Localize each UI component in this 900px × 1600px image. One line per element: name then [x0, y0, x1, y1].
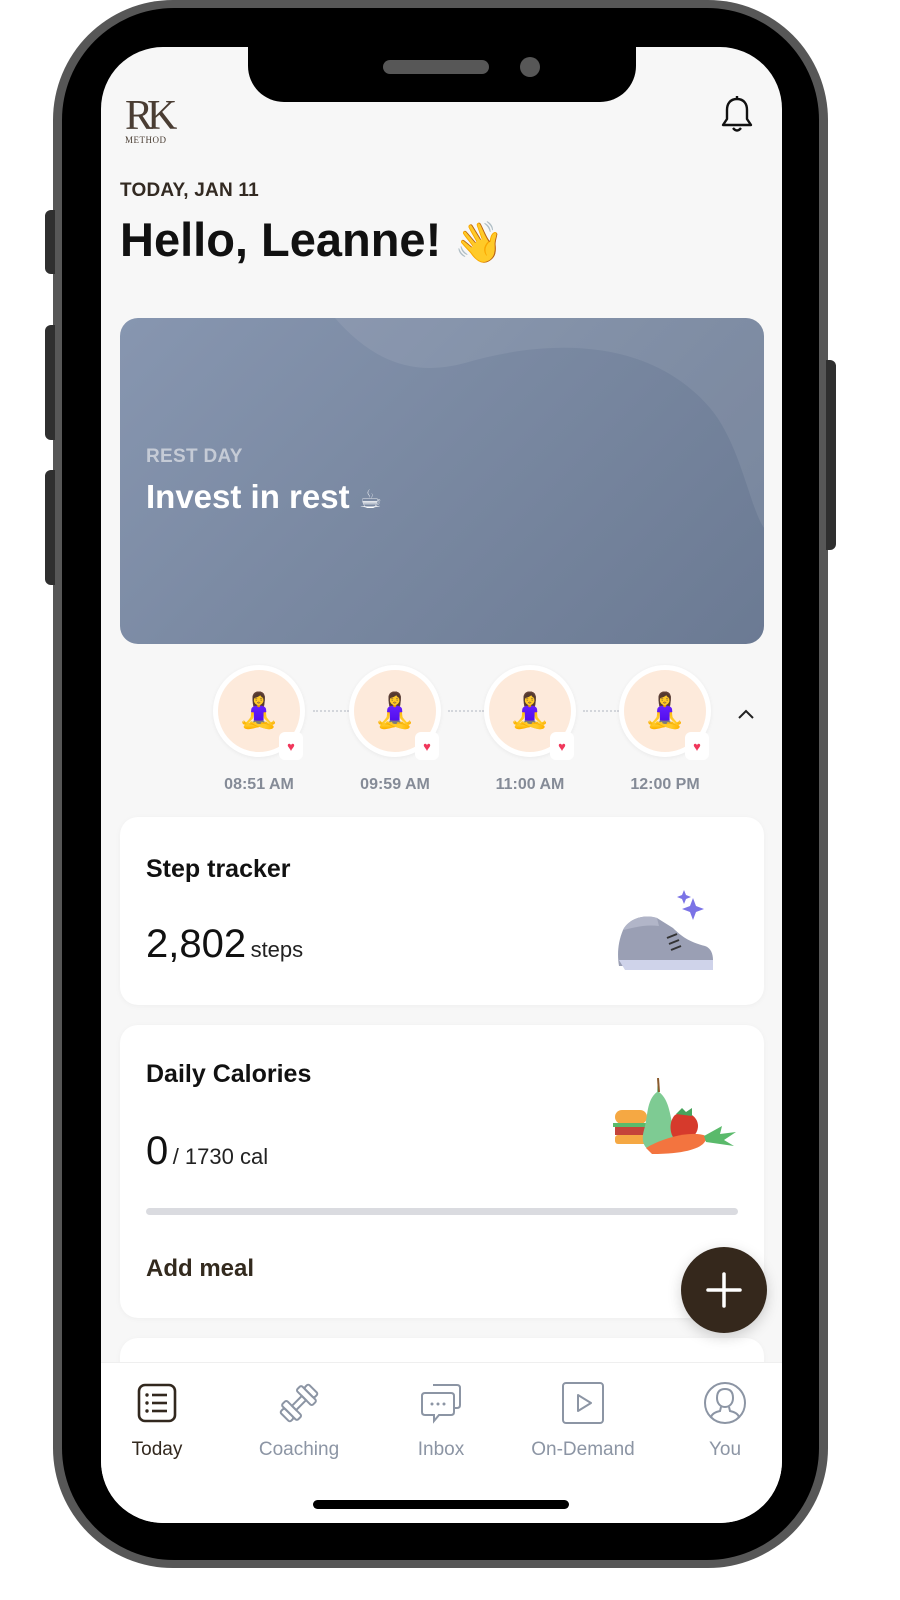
notifications-button[interactable]: [719, 95, 755, 135]
rest-day-card[interactable]: REST DAY Invest in rest ☕: [120, 318, 764, 644]
timeline-connector: [448, 710, 484, 712]
timeline-item[interactable]: 🧘‍♀️ ♥ 08:51 AM: [213, 662, 305, 802]
waving-hand-icon: 👋: [454, 221, 505, 265]
tab-label: Inbox: [417, 1439, 465, 1460]
chat-icon: [421, 1384, 461, 1424]
calorie-consumed: 0: [146, 1129, 169, 1173]
camera: [520, 57, 540, 77]
timeline-time: 08:51 AM: [224, 776, 294, 793]
tab-coaching[interactable]: Coaching: [234, 1381, 364, 1471]
daily-calories-card[interactable]: Daily Calories 0 / 1730 cal Add meal: [120, 1025, 764, 1318]
power-button: [826, 360, 836, 550]
timeline-item[interactable]: 🧘‍♀️ ♥ 11:00 AM: [484, 662, 576, 802]
tab-today[interactable]: Today: [101, 1381, 222, 1471]
chevron-up-icon: [738, 709, 754, 719]
sneaker-icon: [618, 890, 713, 970]
heart-icon: ♥: [685, 732, 709, 760]
step-count: 2,802 steps: [146, 922, 303, 967]
heart-icon: ♥: [550, 732, 574, 760]
greeting-heading: Hello, Leanne! 👋: [120, 212, 504, 267]
step-count-value: 2,802: [146, 922, 247, 966]
plus-icon: [706, 1272, 742, 1308]
bell-icon: [721, 96, 753, 132]
activity-timeline: 🧘‍♀️ ♥ 08:51 AM 🧘‍♀️ ♥ 09:59 AM 🧘‍♀️ ♥ 1…: [181, 662, 781, 802]
list-icon: [137, 1383, 177, 1423]
timeline-time: 12:00 PM: [630, 776, 700, 793]
logo-mark: RK: [125, 93, 177, 139]
timeline-connector: [313, 710, 349, 712]
coffee-icon: ☕: [358, 484, 383, 514]
collapse-timeline-button[interactable]: [737, 703, 755, 726]
rest-title-text: Invest in rest: [146, 478, 350, 515]
date-label: TODAY, JAN 11: [120, 180, 259, 201]
timeline-time: 09:59 AM: [360, 776, 430, 793]
heart-icon: ♥: [415, 732, 439, 760]
app-screen: RK METHOD TODAY, JAN 11 Hello, Leanne! 👋…: [101, 47, 782, 1523]
timeline-item[interactable]: 🧘‍♀️ ♥ 09:59 AM: [349, 662, 441, 802]
profile-icon: [704, 1382, 746, 1424]
bottom-tab-bar: Today Coaching Inbox On-Demand You: [101, 1362, 782, 1523]
step-tracker-title: Step tracker: [146, 855, 291, 883]
greeting-text: Hello, Leanne!: [120, 213, 442, 266]
notch: [248, 40, 636, 102]
calorie-progress-bar: [146, 1208, 738, 1215]
timeline-time: 11:00 AM: [495, 776, 565, 793]
tab-you[interactable]: You: [660, 1381, 782, 1471]
calorie-goal: / 1730 cal: [172, 1144, 269, 1169]
volume-up-button: [45, 325, 55, 440]
tab-label: Coaching: [258, 1439, 340, 1460]
mute-switch: [45, 210, 55, 274]
tab-label: You: [708, 1439, 742, 1460]
tab-on-demand[interactable]: On-Demand: [518, 1381, 648, 1471]
tab-label: On-Demand: [531, 1439, 635, 1460]
timeline-connector: [583, 710, 619, 712]
home-indicator[interactable]: [313, 1500, 569, 1509]
add-button[interactable]: [681, 1247, 767, 1333]
daily-calories-title: Daily Calories: [146, 1060, 312, 1088]
step-tracker-card[interactable]: Step tracker 2,802 steps: [120, 817, 764, 1005]
speaker: [383, 60, 489, 74]
step-count-unit: steps: [250, 937, 304, 962]
rest-day-label: REST DAY: [146, 446, 243, 467]
play-icon: [562, 1382, 604, 1424]
tab-inbox[interactable]: Inbox: [376, 1381, 506, 1471]
timeline-item[interactable]: 🧘‍♀️ ♥ 12:00 PM: [619, 662, 711, 802]
heart-icon: ♥: [279, 732, 303, 760]
calorie-count: 0 / 1730 cal: [146, 1129, 268, 1174]
dumbbell-icon: [279, 1383, 319, 1423]
food-icon: [613, 1078, 736, 1154]
tab-label: Today: [131, 1439, 183, 1460]
rest-day-title: Invest in rest ☕: [146, 478, 382, 516]
volume-down-button: [45, 470, 55, 585]
add-meal-button[interactable]: Add meal: [146, 1255, 254, 1283]
brand-logo: RK METHOD: [125, 93, 177, 145]
